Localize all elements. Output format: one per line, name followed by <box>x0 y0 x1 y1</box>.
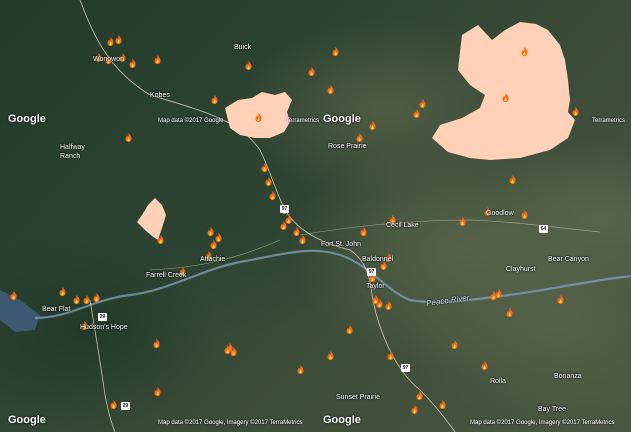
fire-icon[interactable] <box>439 400 446 409</box>
fire-icon[interactable] <box>153 339 160 348</box>
place-label-attachie: Attachie <box>200 256 226 263</box>
fire-icon[interactable] <box>280 221 287 230</box>
lake <box>0 290 40 332</box>
place-label-rolla: Rolla <box>490 378 506 385</box>
fire-icon[interactable] <box>207 227 214 236</box>
fire-icon[interactable] <box>521 47 528 56</box>
place-label-bear-canyon: Bear Canyon <box>548 256 589 263</box>
fire-icon[interactable] <box>129 59 136 68</box>
highway-97-north <box>79 0 456 432</box>
peace-river-line <box>34 249 631 320</box>
fire-icon[interactable] <box>59 287 66 296</box>
fire-icon[interactable] <box>10 291 17 300</box>
fire-icon[interactable] <box>297 365 304 374</box>
fire-icon[interactable] <box>369 121 376 130</box>
fire-icon[interactable] <box>230 347 237 356</box>
map-attribution[interactable]: Terrametrics <box>592 118 625 124</box>
fire-icon[interactable] <box>506 308 513 317</box>
fire-icon[interactable] <box>261 163 268 172</box>
fire-icon[interactable] <box>346 325 353 334</box>
map-terrain-layer <box>0 0 631 432</box>
fire-icon[interactable] <box>356 133 363 142</box>
fire-icon[interactable] <box>411 405 418 414</box>
fire-icon[interactable] <box>332 47 339 56</box>
google-logo: Google <box>323 414 361 426</box>
fire-icon[interactable] <box>419 99 426 108</box>
fire-icon[interactable] <box>557 295 564 304</box>
route-shield: 64 <box>539 225 548 233</box>
place-label-fort-st-john: Fort St. John <box>321 241 362 248</box>
fire-icon[interactable] <box>107 37 114 46</box>
fire-icon[interactable] <box>210 240 217 249</box>
map-attribution[interactable]: Map data ©2017 Google, Imagery ©2017 Ter… <box>470 420 614 426</box>
fire-icon[interactable] <box>481 361 488 370</box>
place-label-clayhurst: Clayhurst <box>506 266 536 273</box>
fire-icon[interactable] <box>125 133 132 142</box>
map-attribution[interactable]: Terrametrics <box>286 118 319 124</box>
place-label-kobes: Kobes <box>150 92 170 99</box>
place-label-sunset-prairie: Sunset Prairie <box>336 394 380 401</box>
fire-icon[interactable] <box>255 113 262 122</box>
map-attribution[interactable]: Map data ©2017 Google, Imagery ©2017 Ter… <box>158 420 302 426</box>
fire-icon[interactable] <box>502 93 509 102</box>
fire-icon[interactable] <box>93 293 100 302</box>
route-shield: 97 <box>367 268 376 276</box>
fire-icon[interactable] <box>413 109 420 118</box>
fire-icon[interactable] <box>299 235 306 244</box>
fire-icon[interactable] <box>459 217 466 226</box>
fire-icon[interactable] <box>157 235 164 244</box>
fire-icon[interactable] <box>245 61 252 70</box>
fire-icon[interactable] <box>416 391 423 400</box>
place-label-buick: Buick <box>234 44 252 51</box>
fire-icon[interactable] <box>115 35 122 44</box>
place-label-bay-tree: Bay Tree <box>538 406 567 413</box>
place-label-cecil-lake: Cecil Lake <box>386 222 419 229</box>
google-logo: Google <box>8 414 46 426</box>
fire-icon[interactable] <box>327 85 334 94</box>
google-logo: Google <box>323 113 361 125</box>
fire-icon[interactable] <box>224 345 231 354</box>
place-label-farrell-creek: Farrell Creek <box>146 272 187 279</box>
fire-icon[interactable] <box>327 351 334 360</box>
fire-icon[interactable] <box>269 191 276 200</box>
fire-icon[interactable] <box>387 351 394 360</box>
fire-icon[interactable] <box>154 387 161 396</box>
burn-area-small <box>137 198 166 240</box>
fire-icon[interactable] <box>372 295 379 304</box>
map-view[interactable]: Wonowon Buick Kobes Halfway Ranch Rose P… <box>0 0 631 432</box>
fire-icon[interactable] <box>521 210 528 219</box>
place-label-goodlow: Goodlow <box>486 210 514 217</box>
fire-icon[interactable] <box>73 295 80 304</box>
fire-icon[interactable] <box>265 177 272 186</box>
fire-icon[interactable] <box>509 175 516 184</box>
map-attribution[interactable]: Map data ©2017 Google <box>158 118 223 124</box>
route-shield: 29 <box>121 402 130 410</box>
place-label-taylor: Taylor <box>366 283 385 290</box>
fire-icon[interactable] <box>385 301 392 310</box>
route-shield: 29 <box>98 313 107 321</box>
fire-icon[interactable] <box>154 55 161 64</box>
place-label-rose-prairie: Rose Prairie <box>328 143 367 150</box>
route-shield: 97 <box>401 364 410 372</box>
route-shield: 97 <box>280 205 289 213</box>
fire-icon[interactable] <box>308 67 315 76</box>
road-east <box>299 219 601 236</box>
fire-icon[interactable] <box>451 340 458 349</box>
fire-icon[interactable] <box>572 107 579 116</box>
place-label-bonanza: Bonanza <box>554 373 582 380</box>
place-label-hudsons-hope: Hudson's Hope <box>80 324 128 331</box>
fire-icon[interactable] <box>495 289 502 298</box>
fire-icon[interactable] <box>360 227 367 236</box>
place-label-bear-flat: Bear Flat <box>42 306 71 313</box>
burn-area-large <box>432 22 575 160</box>
fire-icon[interactable] <box>83 295 90 304</box>
place-label-baldonnel: Baldonnel <box>362 256 394 263</box>
place-label-wonowon: Wonowon <box>93 56 125 63</box>
google-logo: Google <box>8 113 46 125</box>
place-label-halfway-ranch: Halfway Ranch <box>60 144 85 160</box>
fire-icon[interactable] <box>211 95 218 104</box>
fire-icon[interactable] <box>110 400 117 409</box>
